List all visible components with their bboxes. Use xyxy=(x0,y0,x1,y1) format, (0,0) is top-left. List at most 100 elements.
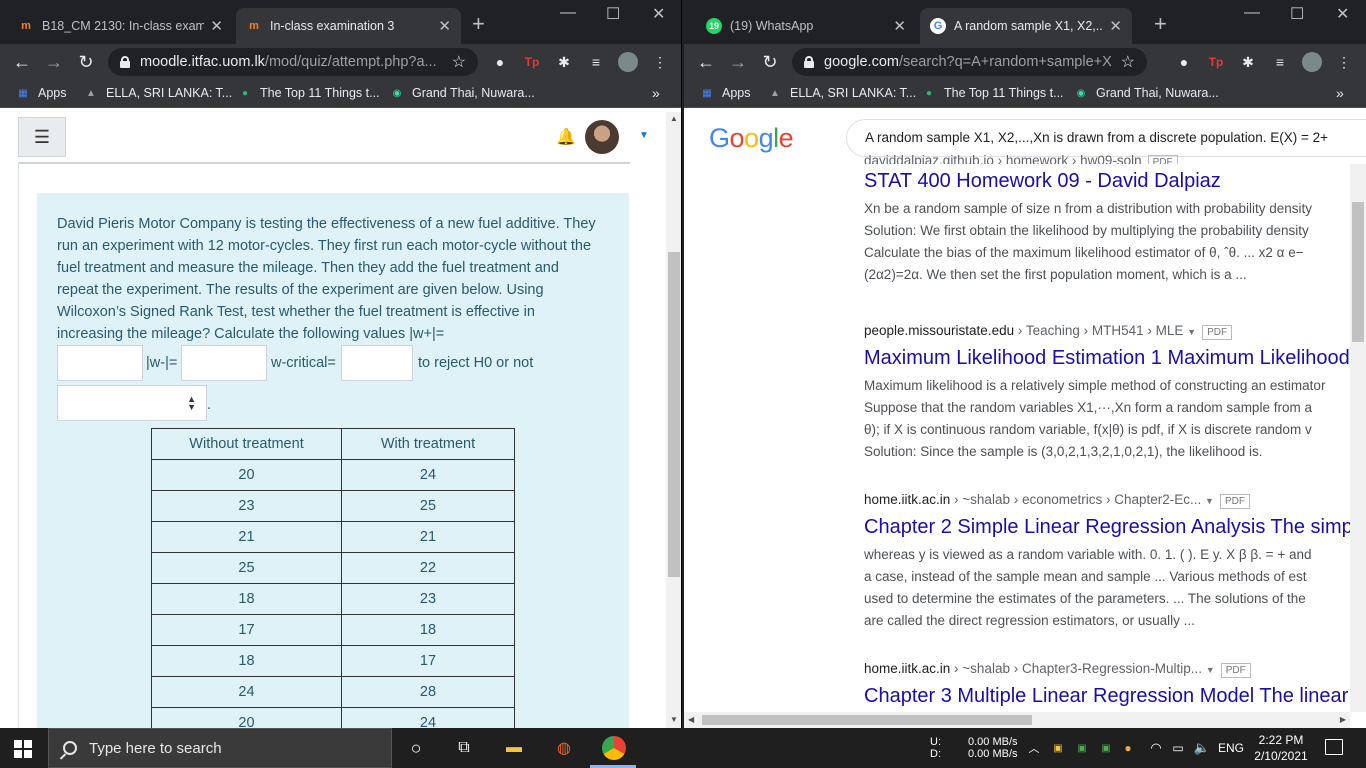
tab-moodle-course[interactable]: m B18_CM 2130: In-class examin ✕ xyxy=(8,8,233,44)
result-title-link[interactable]: Maximum Likelihood Estimation 1 Maximum … xyxy=(864,345,1364,371)
taskbar-clock[interactable]: 2:22 PM 2/10/2021 xyxy=(1250,732,1312,764)
hamburger-menu-button[interactable]: ☰ xyxy=(18,117,66,157)
horizontal-scrollbar[interactable]: ◀ ▶ xyxy=(684,712,1350,728)
cite-dropdown-icon[interactable]: ▼ xyxy=(1187,327,1196,337)
period-label: . xyxy=(207,397,212,413)
wifi-icon[interactable]: ◠ xyxy=(1144,736,1168,760)
tab-google-search[interactable]: G A random sample X1, X2,...,Xn ✕ xyxy=(920,8,1132,44)
puzzle-extensions-icon[interactable]: ✱ xyxy=(554,52,574,72)
extension-icon[interactable]: ● xyxy=(1174,52,1194,72)
result-cite[interactable]: home.iitk.ac.in › ~shalab › Chapter3-Reg… xyxy=(864,660,1364,679)
content-border xyxy=(18,162,19,728)
reload-button[interactable]: ↻ xyxy=(758,50,782,74)
result-title-link[interactable]: STAT 400 Homework 09 - David Dalpiaz xyxy=(864,168,1364,194)
tp-extension-icon[interactable]: Tp xyxy=(1206,52,1226,72)
result-title-link[interactable]: Chapter 3 Multiple Linear Regression Mod… xyxy=(864,683,1364,709)
windows-start-button[interactable] xyxy=(14,740,32,758)
user-menu-caret-icon[interactable]: ▼ xyxy=(639,130,649,141)
menu-dots-icon[interactable]: ⋮ xyxy=(650,52,670,72)
page-scrollbar[interactable]: ▲ ▼ xyxy=(666,112,681,728)
reject-h0-select[interactable]: ▲ ▼ xyxy=(57,385,207,421)
tp-extension-icon[interactable]: Tp xyxy=(522,52,542,72)
close-tab-icon[interactable]: ✕ xyxy=(210,17,223,35)
media-control-icon[interactable]: ≡ xyxy=(586,52,606,72)
notification-bell-icon[interactable]: 🔔 xyxy=(556,127,576,147)
user-avatar[interactable] xyxy=(585,120,619,154)
google-logo[interactable]: Google xyxy=(709,123,794,154)
tray-app-icon[interactable]: ▣ xyxy=(1070,736,1094,760)
bookmark-top-11[interactable]: ● The Top 11 Things t... xyxy=(922,86,1064,100)
close-tab-icon[interactable]: ✕ xyxy=(438,17,451,35)
bookmark-star-icon[interactable]: ☆ xyxy=(1121,52,1135,72)
back-button[interactable]: ← xyxy=(10,50,34,74)
bookmarks-more-button[interactable]: » xyxy=(652,85,660,101)
extension-icon[interactable]: ● xyxy=(490,52,510,72)
puzzle-extensions-icon[interactable]: ✱ xyxy=(1238,52,1258,72)
bookmark-ella[interactable]: ▲ ELLA, SRI LANKA: T... xyxy=(768,86,916,100)
horizontal-scrollbar-thumb[interactable] xyxy=(702,715,1032,725)
scrollbar-thumb[interactable] xyxy=(668,252,680,577)
result-title-link[interactable]: Chapter 2 Simple Linear Regression Analy… xyxy=(864,514,1364,540)
bookmark-apps[interactable]: ▦ Apps xyxy=(16,86,66,100)
bookmark-grand-thai[interactable]: ◉ Grand Thai, Nuwara... xyxy=(1074,86,1219,100)
close-tab-icon[interactable]: ✕ xyxy=(1109,17,1122,35)
forward-button[interactable]: → xyxy=(42,50,66,74)
cite-dropdown-icon[interactable]: ▼ xyxy=(1205,496,1214,506)
w-minus-input[interactable] xyxy=(181,345,267,381)
file-explorer-icon[interactable]: ▬ xyxy=(502,736,526,760)
w-plus-input[interactable] xyxy=(57,345,143,381)
minimize-button[interactable]: — xyxy=(1244,4,1260,22)
result-cite[interactable]: people.missouristate.edu › Teaching › MT… xyxy=(864,322,1364,341)
bookmark-top-11[interactable]: ● The Top 11 Things t... xyxy=(238,86,380,100)
question-text: David Pieris Motor Company is testing th… xyxy=(57,216,596,342)
battery-icon[interactable]: ▭ xyxy=(1166,736,1190,760)
bookmark-grand-thai[interactable]: ◉ Grand Thai, Nuwara... xyxy=(390,86,535,100)
forward-button[interactable]: → xyxy=(726,50,750,74)
profile-avatar[interactable] xyxy=(618,52,638,72)
maximize-button[interactable]: ☐ xyxy=(606,4,620,24)
w-critical-input[interactable] xyxy=(341,345,413,381)
tab-whatsapp[interactable]: 19 (19) WhatsApp ✕ xyxy=(696,8,916,44)
address-bar[interactable]: google.com/search?q=A+random+sample+X...… xyxy=(792,48,1147,76)
result-cite[interactable]: daviddalpiaz.github.io › homework › hw09… xyxy=(864,152,1364,164)
bookmark-apps[interactable]: ▦ Apps xyxy=(700,86,750,100)
scroll-left-arrow-icon[interactable]: ◀ xyxy=(688,715,694,724)
scrollbar-thumb[interactable] xyxy=(1352,202,1364,342)
scroll-up-arrow-icon[interactable]: ▲ xyxy=(670,114,678,123)
notification-center-icon[interactable] xyxy=(1325,739,1343,755)
bookmark-star-icon[interactable]: ☆ xyxy=(452,52,466,72)
scroll-down-arrow-icon[interactable]: ▼ xyxy=(670,715,678,724)
minimize-button[interactable]: — xyxy=(560,4,576,22)
task-view-icon[interactable]: ⧉ xyxy=(452,736,476,760)
new-tab-button[interactable]: + xyxy=(472,12,485,36)
cortana-icon[interactable]: ○ xyxy=(404,736,428,760)
menu-dots-icon[interactable]: ⋮ xyxy=(1334,52,1354,72)
chrome-icon[interactable] xyxy=(602,736,626,760)
tray-app-icon[interactable]: ▣ xyxy=(1046,736,1070,760)
new-tab-button[interactable]: + xyxy=(1154,12,1167,36)
language-indicator[interactable]: ENG xyxy=(1218,742,1244,754)
close-window-button[interactable]: ✕ xyxy=(1336,4,1349,24)
result-cite[interactable]: home.iitk.ac.in › ~shalab › econometrics… xyxy=(864,491,1364,510)
tray-app-icon[interactable]: ▣ xyxy=(1094,736,1118,760)
tray-app-icon[interactable]: ● xyxy=(1116,736,1140,760)
bookmark-ella[interactable]: ▲ ELLA, SRI LANKA: T... xyxy=(84,86,232,100)
cite-dropdown-icon[interactable]: ▼ xyxy=(1206,665,1215,675)
tray-chevron-icon[interactable]: ︿ xyxy=(1022,736,1046,760)
profile-avatar[interactable] xyxy=(1302,52,1322,72)
bookmarks-more-button[interactable]: » xyxy=(1336,85,1344,101)
pdf-badge: PDF xyxy=(1202,325,1233,340)
address-bar[interactable]: moodle.itfac.uom.lk/mod/quiz/attempt.php… xyxy=(108,48,478,76)
maximize-button[interactable]: ☐ xyxy=(1290,4,1304,24)
volume-icon[interactable]: 🔈 xyxy=(1190,736,1214,760)
close-tab-icon[interactable]: ✕ xyxy=(893,17,906,35)
scroll-right-arrow-icon[interactable]: ▶ xyxy=(1340,715,1346,724)
pinned-app-icon[interactable]: ◍ xyxy=(552,736,576,760)
reload-button[interactable]: ↻ xyxy=(74,50,98,74)
close-window-button[interactable]: ✕ xyxy=(652,4,665,24)
tab-in-class-exam[interactable]: m In-class examination 3 ✕ xyxy=(236,8,461,44)
back-button[interactable]: ← xyxy=(694,50,718,74)
page-scrollbar[interactable] xyxy=(1350,164,1366,712)
media-control-icon[interactable]: ≡ xyxy=(1270,52,1290,72)
taskbar-search-box[interactable]: Type here to search xyxy=(48,728,392,768)
